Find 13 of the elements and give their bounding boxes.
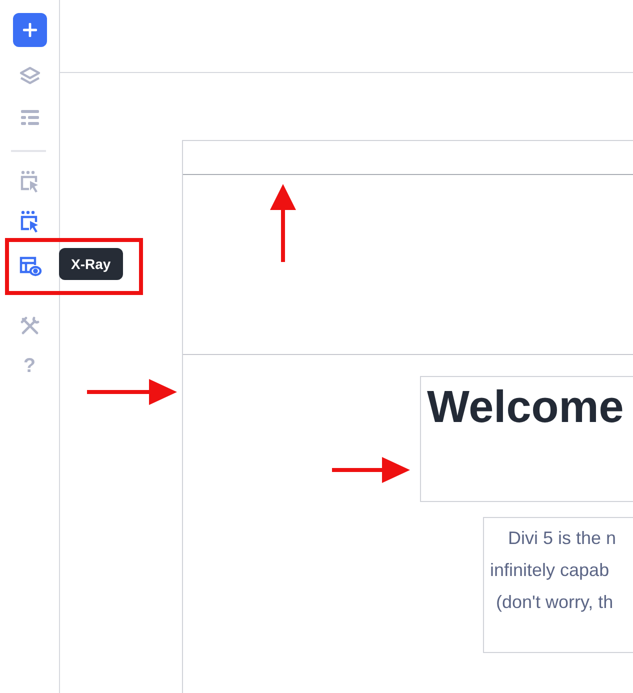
welcome-heading: Welcome xyxy=(427,380,625,434)
tools-icon[interactable] xyxy=(20,316,40,336)
tooltip: X-Ray xyxy=(59,248,123,280)
add-button[interactable] xyxy=(12,13,46,47)
paragraph-line: infinitely capab xyxy=(489,559,610,582)
paragraph-line: Divi 5 is the n xyxy=(507,527,618,550)
help-button[interactable]: ? xyxy=(23,356,36,376)
paragraph-line: (don't worry, th xyxy=(495,591,614,614)
select-icon[interactable] xyxy=(18,210,40,234)
rows-icon[interactable] xyxy=(20,108,40,126)
select-icon[interactable] xyxy=(18,170,40,194)
plus-icon xyxy=(22,23,36,37)
xray-icon[interactable] xyxy=(18,255,42,277)
